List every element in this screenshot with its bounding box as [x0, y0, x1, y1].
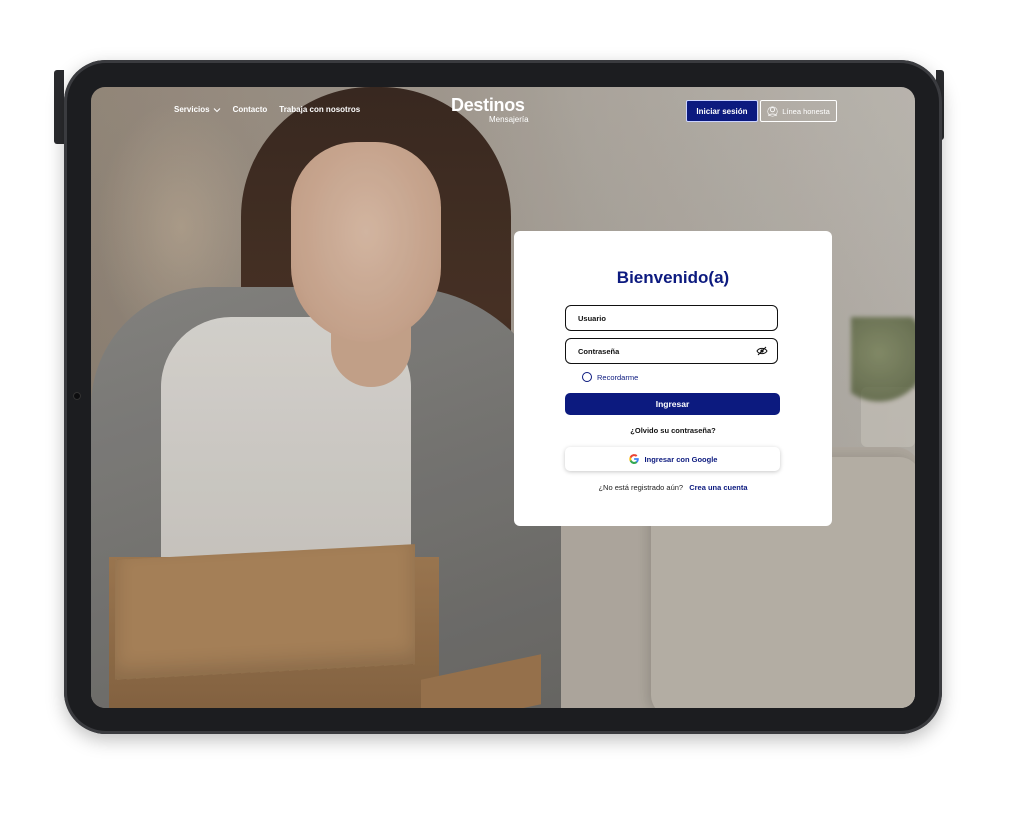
nav-trabaja[interactable]: Trabaja con nosotros: [279, 105, 360, 114]
nav-contacto[interactable]: Contacto: [233, 105, 268, 114]
linea-honesta-label: Línea honesta: [782, 106, 830, 116]
nav-trabaja-label: Trabaja con nosotros: [279, 105, 361, 114]
submit-button[interactable]: Ingresar: [565, 393, 780, 415]
remember-me-toggle[interactable]: Recordarme: [582, 372, 638, 382]
tablet-side-button: [54, 70, 64, 144]
login-card: Bienvenido(a) Usuario Contraseña Recorda…: [514, 231, 832, 526]
linea-honesta-button[interactable]: Línea honesta: [760, 100, 837, 122]
password-placeholder: Contraseña: [578, 346, 620, 356]
register-link[interactable]: Crea una cuenta: [689, 483, 747, 492]
login-title: Bienvenido(a): [616, 268, 730, 287]
logo-sub-text: Mensajería: [489, 115, 529, 124]
user-shield-icon: [767, 105, 778, 117]
google-login-label: Ingresar con Google: [644, 454, 718, 464]
username-field[interactable]: Usuario: [565, 305, 778, 331]
chevron-down-icon: [213, 107, 220, 112]
username-placeholder: Usuario: [578, 313, 606, 323]
logo-main-text: Destinos: [451, 95, 525, 115]
brand-logo[interactable]: Destinos Mensajería: [451, 95, 531, 127]
nav-servicios-label: Servicios: [174, 105, 210, 114]
nav-servicios[interactable]: Servicios: [174, 105, 221, 114]
app-screen: Servicios Contacto Trabaja con nosotros …: [91, 87, 915, 708]
remember-radio[interactable]: [582, 372, 592, 382]
register-prompt: ¿No está registrado aún?: [598, 483, 684, 492]
camera-icon: [73, 392, 81, 400]
google-g-icon: [628, 454, 639, 464]
google-login-button[interactable]: Ingresar con Google: [565, 447, 780, 471]
eye-off-icon[interactable]: [756, 346, 768, 356]
forgot-password-link[interactable]: ¿Olvido su contraseña?: [514, 426, 832, 435]
password-field[interactable]: Contraseña: [565, 338, 778, 364]
login-button[interactable]: Iniciar sesión: [686, 100, 758, 122]
remember-label: Recordarme: [597, 372, 639, 382]
main-nav: Servicios Contacto Trabaja con nosotros: [174, 105, 360, 114]
register-row: ¿No está registrado aún? Crea una cuenta: [514, 483, 832, 492]
nav-contacto-label: Contacto: [232, 105, 268, 114]
